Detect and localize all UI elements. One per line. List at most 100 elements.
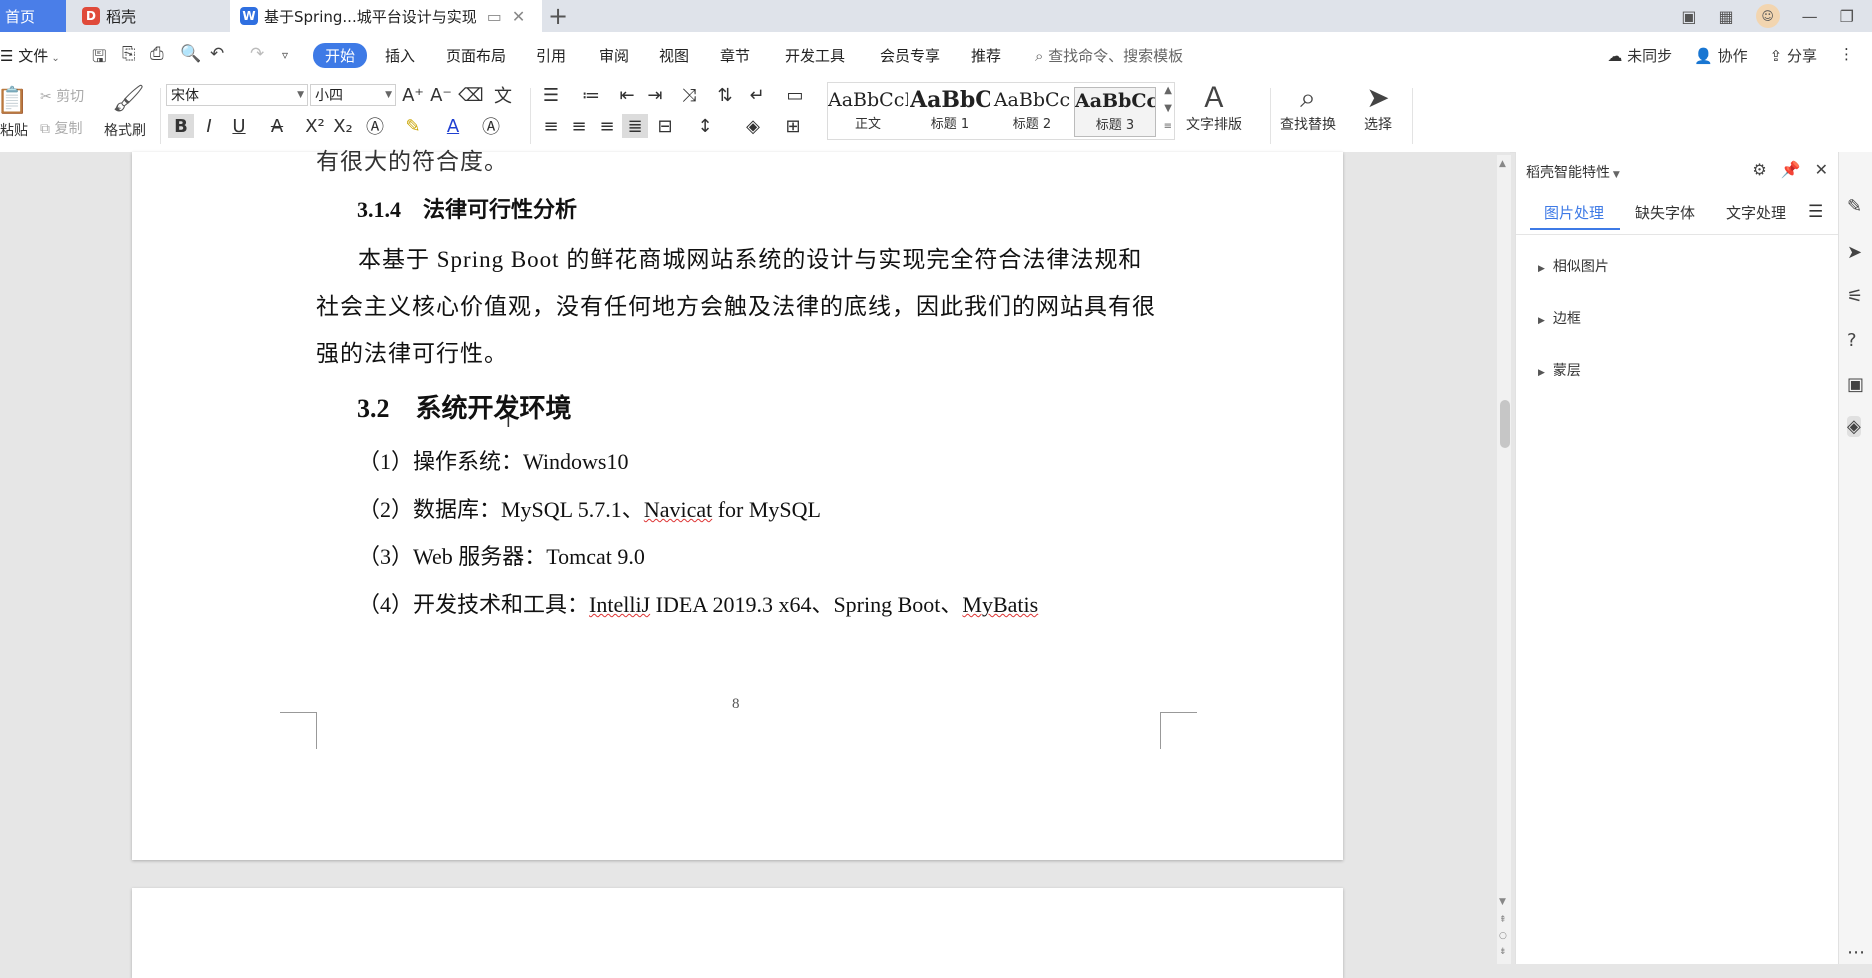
scrollbar-thumb[interactable] xyxy=(1500,400,1510,448)
sort-icon[interactable]: ⇅ xyxy=(712,83,738,107)
line-spacing-icon[interactable]: ↕ xyxy=(692,114,718,138)
tab-insert[interactable]: 插入 xyxy=(385,45,415,66)
spelling-error[interactable]: MyBatis xyxy=(962,592,1038,617)
underline-button[interactable]: U xyxy=(226,114,252,138)
justify-icon[interactable]: ≣ xyxy=(622,114,648,138)
prev-page-icon[interactable]: ⇞ xyxy=(1499,915,1507,925)
find-replace-button[interactable]: ⌕ 查找替换 xyxy=(1280,82,1336,134)
subscript-button[interactable]: X₂ xyxy=(330,114,356,138)
sliders-icon[interactable]: ⚟ xyxy=(1847,286,1863,307)
tab-member[interactable]: 会员专享 xyxy=(880,45,940,66)
more-icon[interactable]: ⋮ xyxy=(1839,45,1854,66)
edit-icon[interactable]: ✎ xyxy=(1847,196,1862,217)
clear-format-icon[interactable]: ⌫ xyxy=(458,83,484,107)
avatar[interactable]: ☺ xyxy=(1755,4,1780,28)
gear-icon[interactable]: ⚙ xyxy=(1752,160,1766,179)
format-painter-icon[interactable]: 🖌 xyxy=(112,84,145,114)
section-mask-layer[interactable]: ▶ 蒙层 xyxy=(1538,360,1581,380)
print-icon[interactable]: ⎙ xyxy=(150,44,164,64)
menu-icon[interactable]: ☰ xyxy=(1808,202,1823,222)
font-size-select[interactable]: 小四 ▼ xyxy=(310,84,396,106)
decrease-indent-icon[interactable]: ⇤ xyxy=(614,83,640,107)
monitor-icon[interactable]: ▭ xyxy=(487,7,502,26)
section-border[interactable]: ▶ 边框 xyxy=(1538,308,1581,328)
show-marks-icon[interactable]: ↵ xyxy=(744,83,770,107)
font-color-icon[interactable]: A xyxy=(440,114,466,138)
bold-button[interactable]: B xyxy=(168,114,194,138)
section-similar-images[interactable]: ▶ 相似图片 xyxy=(1538,256,1609,276)
help-icon[interactable]: ? xyxy=(1847,330,1857,351)
quick-access-dropdown-icon[interactable]: ▿ xyxy=(282,48,288,62)
paste-icon[interactable]: 📋 xyxy=(0,86,28,116)
distributed-icon[interactable]: ⊟ xyxy=(652,114,678,138)
tab-chapter[interactable]: 章节 xyxy=(720,45,750,66)
shading-icon[interactable]: ◈ xyxy=(740,114,766,138)
styles-scroll-down-icon[interactable]: ▼ xyxy=(1164,103,1172,114)
style-normal[interactable]: AaBbCcI 正文 xyxy=(828,87,908,135)
text-effect-icon[interactable]: Ⓐ xyxy=(362,114,388,138)
format-painter-button[interactable]: 格式刷 xyxy=(104,120,146,140)
command-search[interactable]: ⌕ 查找命令、搜索模板 xyxy=(1035,45,1183,66)
grid-apps-icon[interactable]: ▦ xyxy=(1719,7,1734,26)
tab-recommend[interactable]: 推荐 xyxy=(971,45,1001,66)
share-button[interactable]: ⇪ 分享 xyxy=(1770,45,1817,66)
image-tools-icon[interactable]: ▣ xyxy=(1847,374,1864,395)
cut-button[interactable]: ✂ 剪切 xyxy=(40,86,84,106)
save-icon[interactable]: 🖫 xyxy=(92,44,106,73)
style-heading1[interactable]: AaBbC 标题 1 xyxy=(910,87,990,135)
style-heading3[interactable]: AaBbCcl 标题 3 xyxy=(1074,87,1156,137)
numbered-list-icon[interactable]: ≔ xyxy=(578,83,604,107)
shrink-font-icon[interactable]: A⁻ xyxy=(428,83,454,107)
undo-icon[interactable]: ↶ xyxy=(210,44,224,64)
restore-icon[interactable]: ❐ xyxy=(1840,7,1854,26)
tab-start[interactable]: 开始 xyxy=(313,43,368,68)
export-pdf-icon[interactable]: ⎘ xyxy=(122,44,136,64)
spelling-error[interactable]: IntelliJ xyxy=(589,592,650,617)
phonetic-guide-icon[interactable]: 文 xyxy=(490,83,516,107)
scroll-up-icon[interactable]: ▲ xyxy=(1499,159,1506,169)
italic-button[interactable]: I xyxy=(196,114,222,138)
layout-switch-icon[interactable]: ▣ xyxy=(1681,7,1696,26)
pin-icon[interactable]: 📌 xyxy=(1781,160,1801,179)
cursor-arrow-icon[interactable]: ➤ xyxy=(1847,242,1862,263)
styles-expand-icon[interactable]: ≡ xyxy=(1164,121,1172,132)
superscript-button[interactable]: X² xyxy=(302,114,328,138)
align-left-icon[interactable]: ≡ xyxy=(538,114,564,138)
align-right-icon[interactable]: ≡ xyxy=(594,114,620,138)
unsynced-button[interactable]: ☁ 未同步 xyxy=(1607,45,1672,66)
panel-title-dropdown[interactable]: 稻壳智能特性 ▼ xyxy=(1526,162,1620,182)
highlight-icon[interactable]: ✎ xyxy=(400,114,426,138)
select-button[interactable]: ➤ 选择 xyxy=(1364,82,1392,134)
tab-view[interactable]: 视图 xyxy=(659,45,689,66)
vertical-scrollbar[interactable]: ▲ ▼ ⇞ ○ ⇟ xyxy=(1497,155,1511,964)
tab-references[interactable]: 引用 xyxy=(536,45,566,66)
tab-text-processing[interactable]: 文字处理 xyxy=(1726,202,1786,223)
print-preview-icon[interactable]: 🔍 xyxy=(180,44,201,64)
font-name-select[interactable]: 宋体 ▼ xyxy=(166,84,308,106)
select-browse-icon[interactable]: ○ xyxy=(1499,931,1507,941)
tab-home[interactable]: 首页 xyxy=(0,0,66,32)
borders-icon[interactable]: ⊞ xyxy=(780,114,806,138)
text-layout-button[interactable]: Ａ 文字排版 xyxy=(1186,82,1242,134)
tab-page-layout[interactable]: 页面布局 xyxy=(446,45,506,66)
ruler-icon[interactable]: ▭ xyxy=(782,83,808,107)
document-canvas[interactable]: 有很大的符合度。 3.1.4 法律可行性分析 本基于 Spring Boot 的… xyxy=(0,149,1510,978)
tab-review[interactable]: 审阅 xyxy=(599,45,629,66)
more-icon[interactable]: ⋯ xyxy=(1847,942,1865,963)
tab-developer[interactable]: 开发工具 xyxy=(785,45,845,66)
styles-scroll-up-icon[interactable]: ▲ xyxy=(1164,85,1172,96)
redo-icon[interactable]: ↷ xyxy=(250,44,264,64)
paste-button[interactable]: 粘贴 xyxy=(0,120,28,140)
grow-font-icon[interactable]: A⁺ xyxy=(400,83,426,107)
next-page-icon[interactable]: ⇟ xyxy=(1499,947,1507,957)
next-page[interactable] xyxy=(132,888,1343,978)
tab-daoke[interactable]: D 稻壳 xyxy=(70,0,225,32)
smart-feature-icon[interactable]: ◈ xyxy=(1847,416,1861,437)
page[interactable]: 有很大的符合度。 3.1.4 法律可行性分析 本基于 Spring Boot 的… xyxy=(132,149,1343,860)
increase-indent-icon[interactable]: ⇥ xyxy=(642,83,668,107)
tab-missing-fonts[interactable]: 缺失字体 xyxy=(1635,202,1695,223)
style-heading2[interactable]: AaBbCc 标题 2 xyxy=(992,87,1072,135)
align-center-icon[interactable]: ≡ xyxy=(566,114,592,138)
text-direction-icon[interactable]: ⤨ xyxy=(676,83,702,107)
new-tab-button[interactable]: + xyxy=(548,2,568,30)
